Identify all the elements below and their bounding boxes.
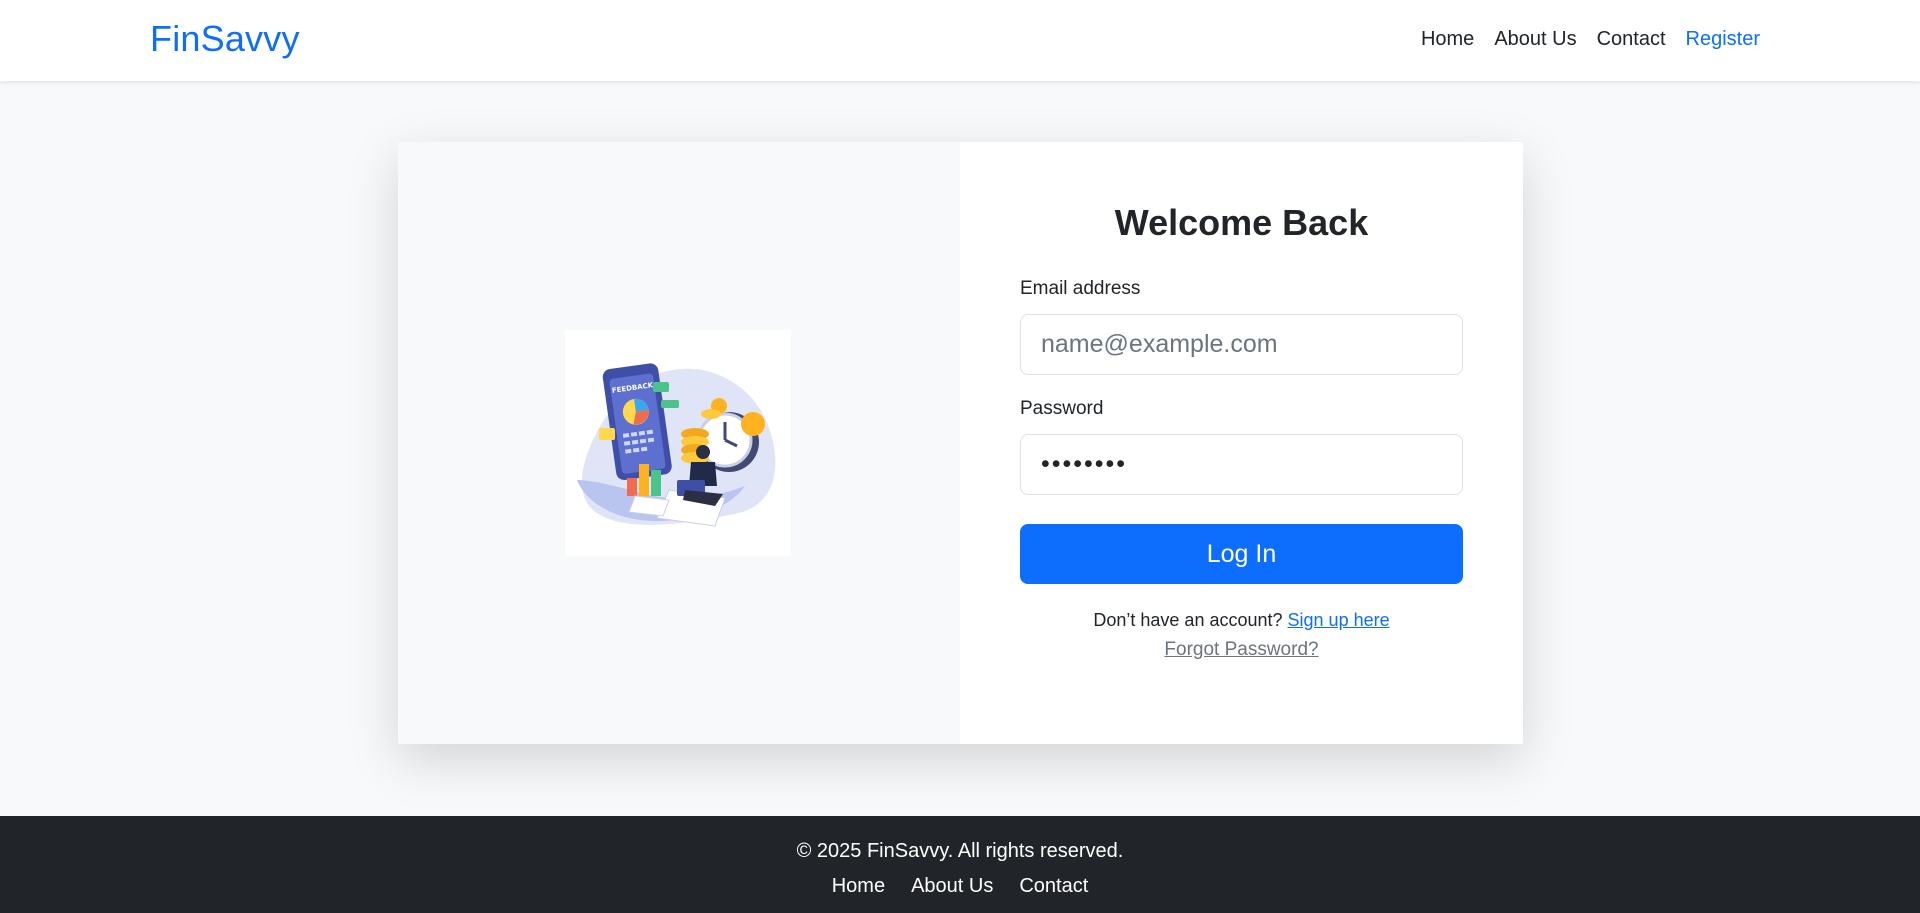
footer-link-about[interactable]: About Us bbox=[911, 875, 993, 898]
footer-link-home[interactable]: Home bbox=[832, 875, 885, 898]
footer-links: Home About Us Contact bbox=[0, 875, 1920, 898]
footer: © 2025 FinSavvy. All rights reserved. Ho… bbox=[0, 816, 1920, 913]
page-title: Welcome Back bbox=[1114, 202, 1369, 243]
signup-link[interactable]: Sign up here bbox=[1288, 610, 1390, 630]
signup-prompt: Don’t have an account? Sign up here bbox=[960, 610, 1523, 631]
finance-feedback-illustration: FEEDBACK bbox=[565, 330, 791, 556]
illustration-graphic: FEEDBACK bbox=[577, 363, 776, 527]
copyright-text: © 2025 FinSavvy. All rights reserved. bbox=[796, 840, 1124, 862]
forgot-password-link[interactable]: Forgot Password? bbox=[1164, 639, 1318, 660]
nav-link-home[interactable]: Home bbox=[1411, 28, 1484, 51]
login-button[interactable]: Log In bbox=[1020, 524, 1463, 584]
login-form-panel: Welcome Back Email address Password Log … bbox=[960, 142, 1523, 744]
password-field[interactable] bbox=[1020, 434, 1463, 495]
email-label: Email address bbox=[1020, 278, 1141, 299]
nav-link-contact[interactable]: Contact bbox=[1587, 28, 1676, 51]
nav-link-register[interactable]: Register bbox=[1676, 28, 1770, 51]
password-label: Password bbox=[1020, 398, 1104, 419]
brand-logo[interactable]: FinSavvy bbox=[150, 18, 300, 60]
nav-links: Home About Us Contact Register bbox=[1411, 28, 1770, 51]
illustration-panel: FEEDBACK bbox=[398, 142, 960, 744]
nav-link-about[interactable]: About Us bbox=[1484, 28, 1586, 51]
login-card: FEEDBACK Welcome Back Email address name… bbox=[398, 142, 1523, 744]
signup-prompt-text: Don’t have an account? bbox=[1093, 610, 1283, 630]
forgot-password-line: Forgot Password? bbox=[960, 639, 1523, 661]
footer-link-contact[interactable]: Contact bbox=[1019, 875, 1088, 898]
email-field[interactable] bbox=[1020, 314, 1463, 375]
navbar: FinSavvy Home About Us Contact Register bbox=[0, 0, 1920, 81]
